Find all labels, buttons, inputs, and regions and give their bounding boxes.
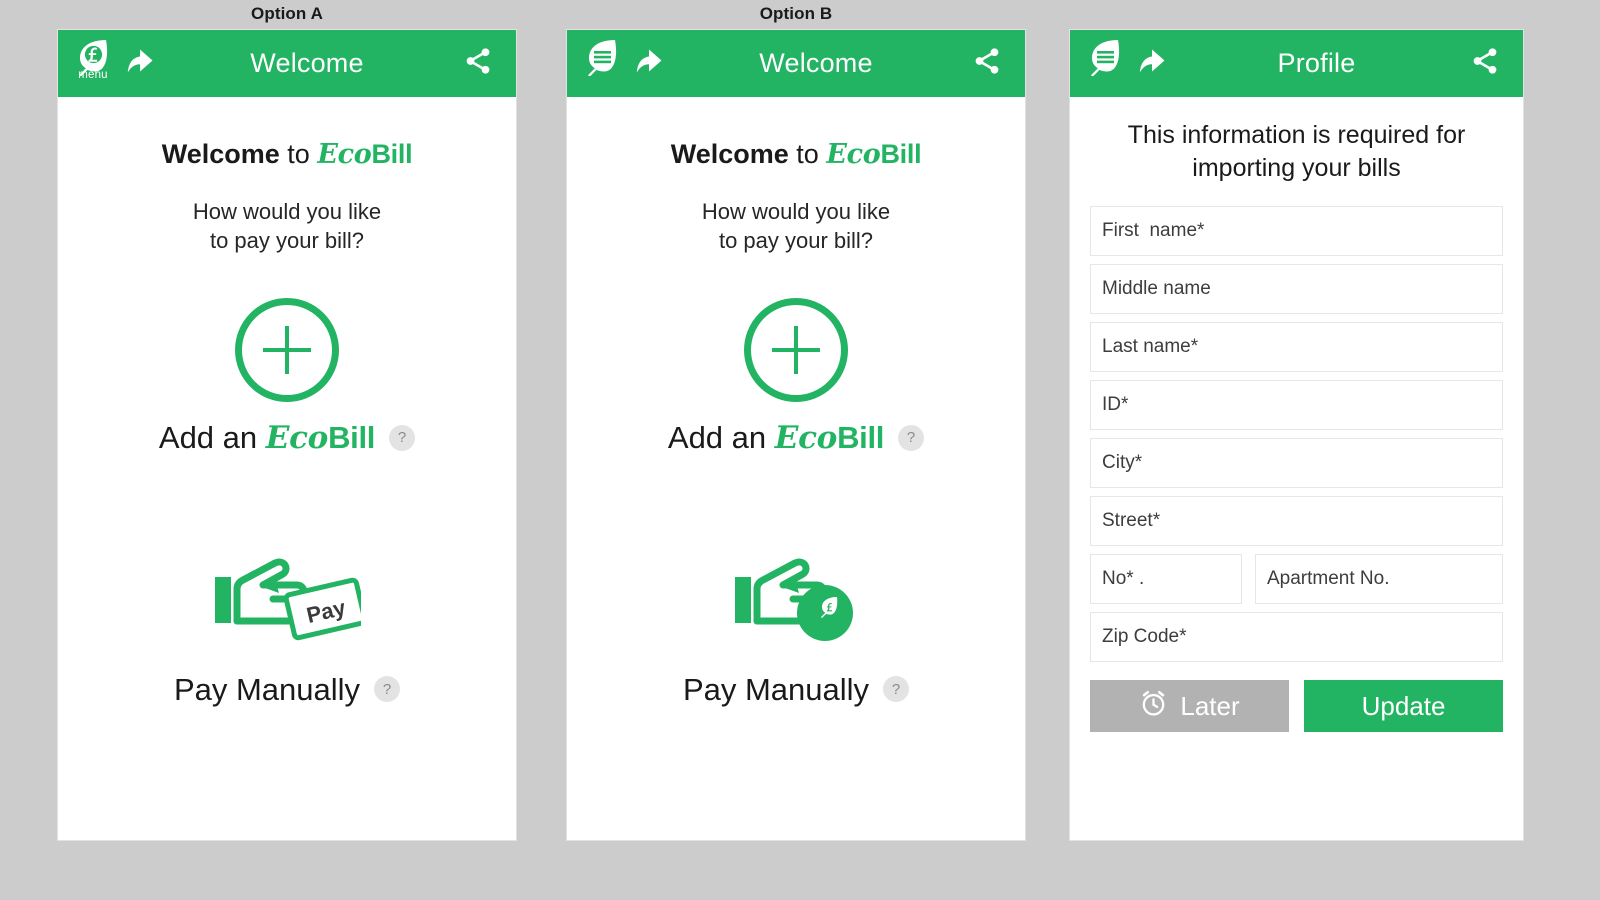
last-name-field[interactable]: Last name* <box>1090 321 1503 372</box>
help-badge[interactable]: ? <box>898 424 925 451</box>
share-button[interactable] <box>458 44 498 84</box>
first-name-field[interactable]: First name* <box>1090 205 1503 256</box>
leaf-lines-menu-icon <box>1088 38 1122 76</box>
help-badge[interactable]: ? <box>389 424 416 451</box>
brand-bill: Bill <box>328 419 376 455</box>
appbar-profile: Profile <box>1070 30 1523 97</box>
update-button[interactable]: Update <box>1304 679 1503 732</box>
pay-question-line-1: How would you like <box>192 199 382 224</box>
menu-button[interactable]: menu <box>72 36 114 92</box>
hand-holding-pay-card-icon[interactable]: Pay <box>213 551 368 652</box>
menu-button[interactable] <box>1084 36 1126 92</box>
pay-manually-label-row: Pay Manually ? <box>58 674 516 705</box>
pay-question-line-2: to pay your bill? <box>209 228 365 254</box>
add-ecobill-prefix: Add an <box>667 419 767 455</box>
profile-button-row: Later Update <box>1090 679 1503 732</box>
alarm-clock-icon <box>1139 689 1168 722</box>
welcome-word: Welcome <box>161 139 280 169</box>
welcome-content-b: Welcome to EcoBill How would you like to… <box>567 97 1025 705</box>
house-number-field[interactable]: No* . <box>1090 553 1242 604</box>
menu-label: menu <box>78 68 108 81</box>
add-ecobill-action[interactable]: Add an EcoBill ? <box>58 297 516 454</box>
option-b-caption: Option B <box>759 4 833 23</box>
id-field[interactable]: ID* <box>1090 379 1503 430</box>
help-badge[interactable]: ? <box>883 676 910 702</box>
brand-bill: Bill <box>880 139 922 169</box>
share-button[interactable] <box>967 44 1007 84</box>
add-ecobill-icon-slot <box>58 297 516 402</box>
pay-question-line-1: How would you like <box>701 199 891 224</box>
add-ecobill-label-row: Add an EcoBill ? <box>58 422 516 454</box>
city-field[interactable]: City* <box>1090 437 1503 488</box>
pay-manually-action[interactable]: Pay Pay Manually ? <box>58 550 516 705</box>
add-ecobill-icon-slot <box>567 297 1025 402</box>
to-word: to <box>796 139 819 169</box>
welcome-heading: Welcome to EcoBill <box>58 139 516 169</box>
pay-manually-icon-slot <box>567 550 1025 654</box>
pay-question-line-2: to pay your bill? <box>718 228 874 254</box>
brand-eco: Eco <box>774 419 838 456</box>
profile-note: This information is required for importi… <box>1090 119 1503 186</box>
zip-code-field[interactable]: Zip Code* <box>1090 611 1503 662</box>
add-ecobill-label-row: Add an EcoBill ? <box>567 422 1025 454</box>
apartment-no-field[interactable]: Apartment No. <box>1255 553 1503 604</box>
appbar-left-group <box>581 36 675 92</box>
appbar-welcome-b: Welcome <box>567 30 1025 97</box>
brand-eco: Eco <box>826 139 881 170</box>
later-button[interactable]: Later <box>1090 679 1289 732</box>
later-button-label: Later <box>1180 690 1240 721</box>
brand-bill: Bill <box>371 139 413 169</box>
add-ecobill-action[interactable]: Add an EcoBill ? <box>567 297 1025 454</box>
appbar-left-group: menu <box>72 36 166 92</box>
add-ecobill-label: Add an EcoBill <box>667 419 885 456</box>
ecobill-logotype: EcoBill <box>265 419 376 456</box>
phone-screen-welcome-a: menu Welcome Welcome to EcoBill How woul… <box>57 29 517 841</box>
address-number-row: No* . Apartment No. <box>1090 553 1503 604</box>
add-ecobill-label: Add an EcoBill <box>158 419 376 456</box>
share-icon <box>972 46 1002 81</box>
pay-question: How would you like to pay your bill? <box>58 197 516 256</box>
share-icon <box>1470 46 1500 81</box>
to-word: to <box>287 139 310 169</box>
brand-bill: Bill <box>837 419 885 455</box>
street-field[interactable]: Street* <box>1090 495 1503 546</box>
profile-note-line-1: This information is required for <box>1127 121 1466 149</box>
option-a-caption: Option A <box>251 4 323 23</box>
brand-eco: Eco <box>265 419 329 456</box>
welcome-content-a: Welcome to EcoBill How would you like to… <box>58 97 516 705</box>
add-ecobill-prefix: Add an <box>158 419 258 455</box>
middle-name-field[interactable]: Middle name <box>1090 263 1503 314</box>
hand-holding-leaf-coin-icon[interactable] <box>733 551 859 652</box>
update-button-label: Update <box>1361 690 1446 721</box>
pay-manually-label: Pay Manually <box>682 671 870 707</box>
plus-circle-icon[interactable] <box>744 297 848 402</box>
phone-screen-profile: Profile This information is required for… <box>1069 29 1524 841</box>
share-icon <box>463 46 493 81</box>
help-badge[interactable]: ? <box>374 676 401 702</box>
page-title: Welcome <box>250 48 364 78</box>
welcome-heading: Welcome to EcoBill <box>567 139 1025 169</box>
ecobill-logotype: EcoBill <box>826 139 921 169</box>
appbar-welcome-a: menu Welcome <box>58 30 516 97</box>
pay-manually-icon-slot: Pay <box>58 550 516 654</box>
page-title: Profile <box>1277 48 1356 78</box>
leaf-lines-menu-icon <box>585 38 619 76</box>
profile-form: This information is required for importi… <box>1070 97 1523 732</box>
pay-manually-label-row: Pay Manually ? <box>567 674 1025 705</box>
menu-button[interactable] <box>581 36 623 92</box>
welcome-word: Welcome <box>670 139 789 169</box>
page-title: Welcome <box>759 48 873 78</box>
pay-question: How would you like to pay your bill? <box>567 197 1025 256</box>
appbar-left-group <box>1084 36 1178 92</box>
plus-circle-icon[interactable] <box>235 297 339 402</box>
ecobill-logotype: EcoBill <box>317 139 412 169</box>
brand-eco: Eco <box>317 139 372 170</box>
ecobill-logotype: EcoBill <box>774 419 885 456</box>
pay-manually-action[interactable]: Pay Manually ? <box>567 550 1025 705</box>
pay-manually-label: Pay Manually <box>173 671 361 707</box>
phone-screen-welcome-b: Welcome Welcome to EcoBill How would you… <box>566 29 1026 841</box>
share-button[interactable] <box>1465 44 1505 84</box>
profile-note-line-2: importing your bills <box>1192 154 1401 183</box>
